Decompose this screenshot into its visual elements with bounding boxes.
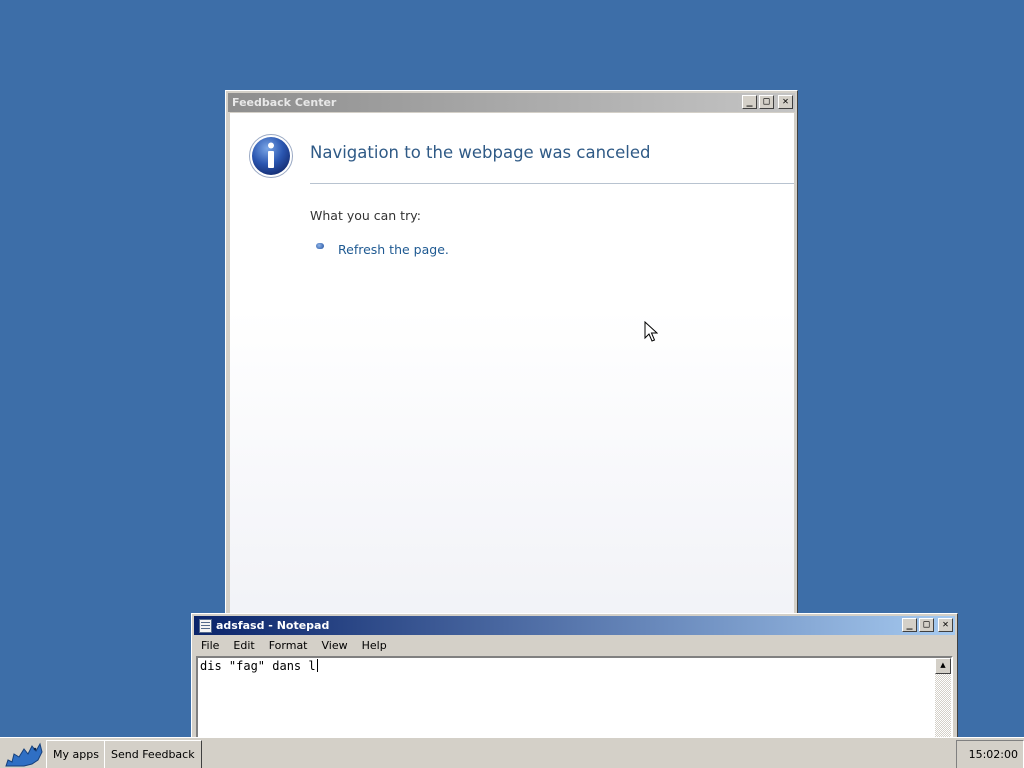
menu-view[interactable]: View (315, 637, 355, 655)
notepad-text-line: dis "fag" dans l (200, 659, 318, 673)
notepad-icon (199, 619, 212, 633)
notepad-text-content: dis "fag" dans l (200, 659, 316, 673)
refresh-page-link[interactable]: Refresh the page. (338, 242, 449, 257)
start-bird-icon[interactable] (2, 740, 46, 768)
text-caret (316, 659, 318, 672)
heading-divider (310, 183, 794, 184)
system-clock: 15:02:00 PM (956, 740, 1024, 768)
feedback-center-window: Feedback Center _ □ ✕ Navigation to the … (225, 90, 798, 630)
blue-bullet-icon (316, 243, 324, 249)
notepad-title: adsfasd - Notepad (216, 619, 330, 632)
feedback-center-title: Feedback Center (232, 96, 337, 109)
scroll-up-button[interactable]: ▲ (935, 658, 951, 674)
feedback-center-content: Navigation to the webpage was canceled W… (230, 113, 794, 629)
menu-file[interactable]: File (194, 637, 226, 655)
taskbar: My apps Send Feedback 15:02:00 PM (0, 737, 1024, 768)
taskbar-my-apps-button[interactable]: My apps (46, 740, 106, 768)
menu-format[interactable]: Format (262, 637, 315, 655)
notepad-close-button[interactable]: ✕ (938, 618, 953, 632)
notepad-titlebar[interactable]: adsfasd - Notepad _ □ ✕ (194, 616, 955, 635)
notepad-maximize-button[interactable]: □ (919, 618, 934, 632)
notepad-menubar: File Edit Format View Help (194, 637, 955, 655)
menu-edit[interactable]: Edit (226, 637, 261, 655)
info-icon (249, 134, 293, 178)
menu-help[interactable]: Help (355, 637, 394, 655)
feedback-center-titlebar[interactable]: Feedback Center _ □ ✕ (228, 93, 795, 112)
page-heading: Navigation to the webpage was canceled (310, 143, 651, 162)
mouse-pointer-icon (644, 321, 658, 342)
minimize-button[interactable]: _ (742, 95, 757, 109)
notepad-minimize-button[interactable]: _ (902, 618, 917, 632)
taskbar-send-feedback-button[interactable]: Send Feedback (104, 740, 202, 768)
maximize-button[interactable]: □ (759, 95, 774, 109)
close-button[interactable]: ✕ (778, 95, 793, 109)
what-you-can-try-label: What you can try: (310, 208, 421, 223)
